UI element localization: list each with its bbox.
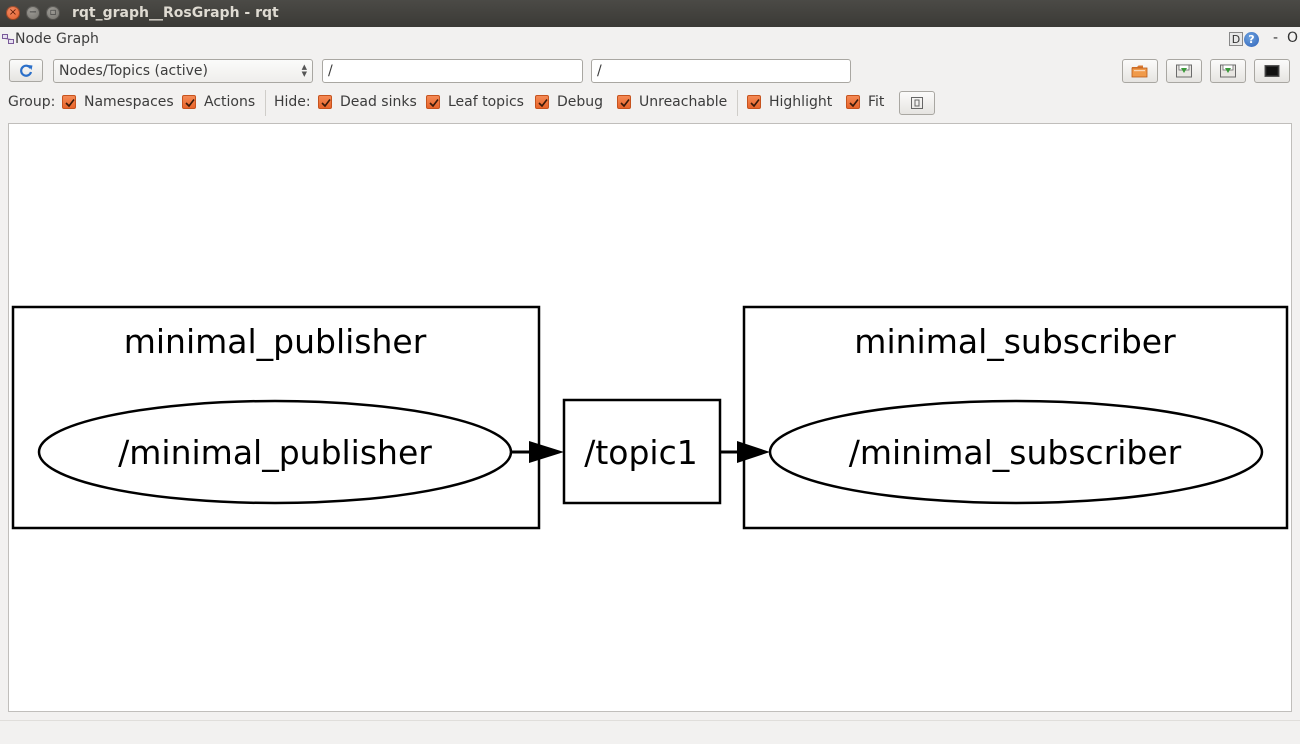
edge-topic1-to-subscriber[interactable] [720,441,770,463]
graph-canvas[interactable]: minimal_publisher minimal_subscriber /mi… [8,123,1292,712]
node-label-publisher: /minimal_publisher [118,433,432,472]
cluster-label-publisher: minimal_publisher [124,322,427,361]
edge-publisher-to-topic1[interactable] [511,441,564,463]
status-bar [0,720,1300,744]
graph-svg: minimal_publisher minimal_subscriber /mi… [11,305,1289,530]
topic-label: /topic1 [584,433,698,472]
node-label-subscriber: /minimal_subscriber [849,433,1182,472]
cluster-label-subscriber: minimal_subscriber [854,322,1176,361]
